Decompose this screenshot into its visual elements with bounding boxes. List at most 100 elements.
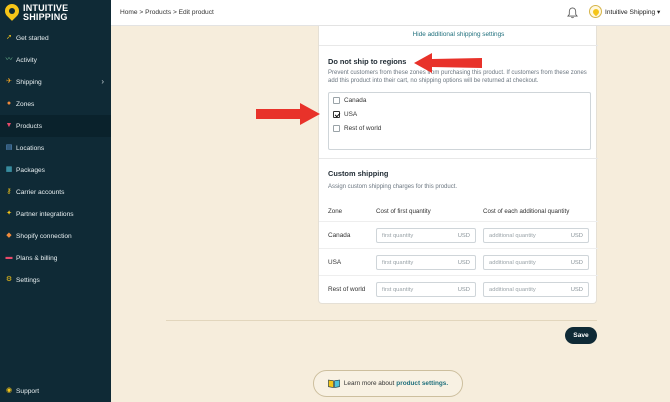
key-icon: ⚷ <box>6 188 12 195</box>
regions-title: Do not ship to regions <box>328 57 407 66</box>
sidebar-item-label: Get started <box>16 34 49 42</box>
brand-line2: SHIPPING <box>23 12 68 22</box>
currency-label: USD <box>570 260 583 266</box>
sidebar-item-label: Shipping <box>16 78 42 86</box>
learn-more-text: Learn more about <box>343 380 395 387</box>
input-placeholder: additional quantity <box>489 233 536 239</box>
globe-icon: ● <box>6 100 12 107</box>
input-placeholder: first quantity <box>382 260 414 266</box>
sidebar-item-get-started[interactable]: ➚ Get started <box>0 27 111 49</box>
card-icon: ▬ <box>5 254 13 261</box>
column-header-zone: Zone <box>328 208 343 215</box>
sidebar-item-shipping[interactable]: ✈ Shipping › <box>0 71 111 93</box>
usa-checkbox[interactable] <box>333 111 340 118</box>
sidebar-item-label: Support <box>16 387 40 395</box>
divider <box>319 275 598 276</box>
usa-additional-quantity-input[interactable]: additional quantity USD <box>483 255 589 270</box>
sidebar-nav: ➚ Get started 〰 Activity ✈ Shipping › ● … <box>0 27 111 291</box>
building-icon: ▤ <box>5 144 13 151</box>
boxes-icon: ▦ <box>5 166 13 173</box>
canada-first-quantity-input[interactable]: first quantity USD <box>376 228 476 243</box>
rest-of-world-checkbox[interactable] <box>333 125 340 132</box>
sidebar-item-settings[interactable]: ⚙ Settings <box>0 269 111 291</box>
brand-logo[interactable]: INTUITIVE SHIPPING <box>2 1 68 22</box>
annotation-arrow-right-icon <box>256 103 320 125</box>
zone-label-rest-of-world: Rest of world <box>328 286 366 293</box>
input-placeholder: additional quantity <box>489 287 536 293</box>
currency-label: USD <box>570 233 583 239</box>
shirt-icon: ▼ <box>5 122 13 129</box>
divider <box>319 158 598 159</box>
currency-label: USD <box>457 287 470 293</box>
zone-label-canada: Canada <box>328 232 351 239</box>
logo-pin-icon <box>2 1 22 22</box>
learn-more-banner: Learn more about product settings. <box>313 370 463 397</box>
sidebar-item-label: Partner integrations <box>16 210 74 218</box>
account-name: Intuitive Shipping ▾ <box>605 8 661 16</box>
account-avatar <box>589 5 602 18</box>
sidebar-item-activity[interactable]: 〰 Activity <box>0 49 111 71</box>
sidebar-item-label: Plans & billing <box>16 254 58 262</box>
rocket-icon: ➚ <box>6 34 12 41</box>
divider <box>319 221 598 222</box>
gear-icon: ⚙ <box>5 276 13 283</box>
region-option-rest-of-world[interactable]: Rest of world <box>333 125 381 132</box>
canada-checkbox[interactable] <box>333 97 340 104</box>
rest-of-world-additional-quantity-input[interactable]: additional quantity USD <box>483 282 589 297</box>
sidebar-item-label: Zones <box>16 100 35 108</box>
activity-icon: 〰 <box>5 56 13 63</box>
chevron-right-icon: › <box>101 77 104 86</box>
regions-list: Canada USA Rest of world <box>328 92 591 150</box>
section-divider <box>166 320 597 321</box>
column-header-additional-quantity: Cost of each additional quantity <box>483 208 570 215</box>
sidebar-item-label: Packages <box>16 166 45 174</box>
sidebar-item-support[interactable]: ◉ Support <box>0 380 111 402</box>
sidebar-item-products[interactable]: ▼ Products <box>0 115 111 137</box>
sidebar-item-label: Activity <box>16 56 37 64</box>
bell-icon[interactable] <box>567 7 578 19</box>
divider <box>319 248 598 249</box>
usa-first-quantity-input[interactable]: first quantity USD <box>376 255 476 270</box>
sidebar-item-packages[interactable]: ▦ Packages <box>0 159 111 181</box>
account-menu[interactable]: Intuitive Shipping ▾ <box>589 5 660 18</box>
divider <box>319 45 598 46</box>
currency-label: USD <box>457 260 470 266</box>
sidebar-item-label: Locations <box>16 144 45 152</box>
input-placeholder: additional quantity <box>489 260 536 266</box>
canada-additional-quantity-input[interactable]: additional quantity USD <box>483 228 589 243</box>
sidebar-item-locations[interactable]: ▤ Locations <box>0 137 111 159</box>
help-icon: ◉ <box>5 387 13 394</box>
input-placeholder: first quantity <box>382 233 414 239</box>
region-label: Canada <box>344 97 367 104</box>
book-icon <box>328 379 340 388</box>
sidebar-item-plans-billing[interactable]: ▬ Plans & billing <box>0 247 111 269</box>
input-placeholder: first quantity <box>382 287 414 293</box>
region-option-usa[interactable]: USA <box>333 111 357 118</box>
top-bar: Home > Products > Edit product Intuitive… <box>111 0 670 26</box>
sidebar-item-zones[interactable]: ● Zones <box>0 93 111 115</box>
sidebar-item-label: Settings <box>16 276 40 284</box>
sidebar-item-carrier-accounts[interactable]: ⚷ Carrier accounts <box>0 181 111 203</box>
sidebar-item-label: Shopify connection <box>16 232 72 240</box>
sidebar-item-label: Products <box>16 122 43 130</box>
sidebar-item-label: Carrier accounts <box>16 188 65 196</box>
currency-label: USD <box>570 287 583 293</box>
custom-shipping-description: Assign custom shipping charges for this … <box>328 184 458 190</box>
sidebar: INTUITIVE SHIPPING ➚ Get started 〰 Activ… <box>0 0 111 402</box>
region-label: USA <box>344 111 358 118</box>
product-settings-link[interactable]: product settings. <box>396 380 448 387</box>
zone-label-usa: USA <box>328 259 342 266</box>
sidebar-item-partner-integrations[interactable]: ✦ Partner integrations <box>0 203 111 225</box>
annotation-arrow-left-icon <box>414 53 482 73</box>
custom-shipping-title: Custom shipping <box>328 169 389 178</box>
rest-of-world-first-quantity-input[interactable]: first quantity USD <box>376 282 476 297</box>
sidebar-item-shopify-connection[interactable]: ◆ Shopify connection <box>0 225 111 247</box>
column-header-first-quantity: Cost of first quantity <box>376 208 431 215</box>
breadcrumb[interactable]: Home > Products > Edit product <box>120 9 214 16</box>
hide-additional-settings-link[interactable]: Hide additional shipping settings <box>319 31 598 38</box>
shopify-icon: ◆ <box>6 232 12 239</box>
region-label: Rest of world <box>344 125 382 132</box>
region-option-canada[interactable]: Canada <box>333 97 366 104</box>
currency-label: USD <box>457 233 470 239</box>
save-button[interactable]: Save <box>565 327 597 344</box>
